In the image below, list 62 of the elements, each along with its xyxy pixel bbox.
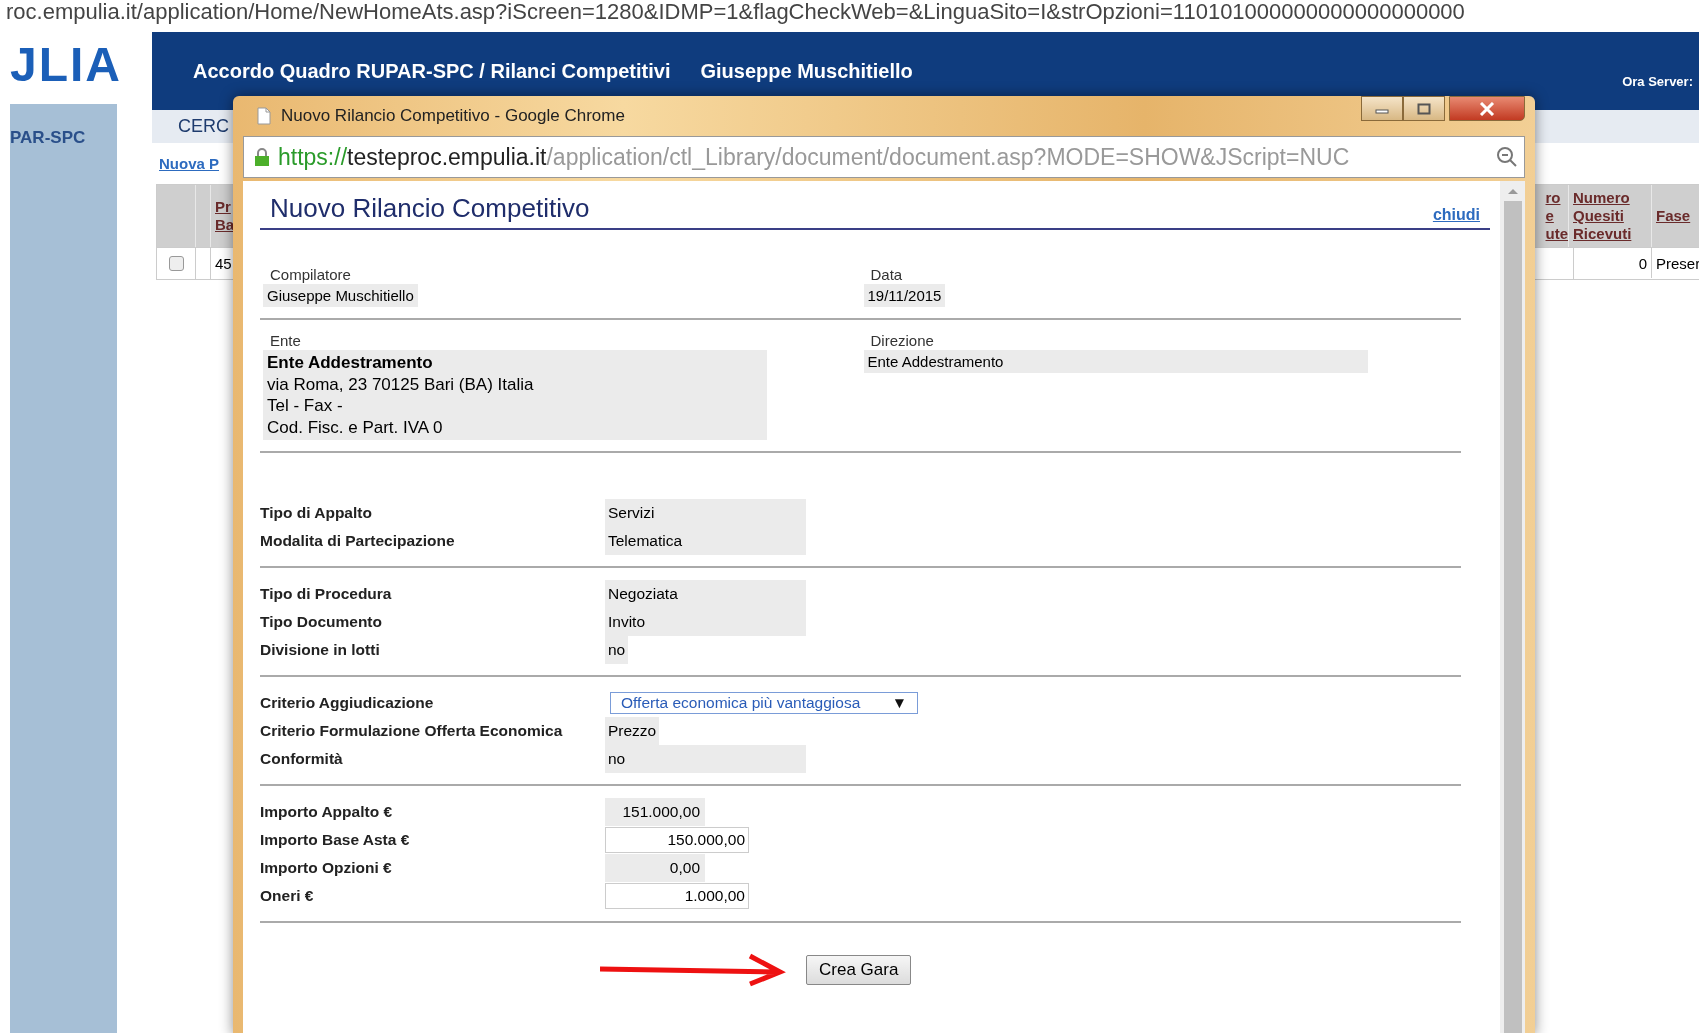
field-label: Importo Appalto € (260, 803, 394, 821)
field-value: 19/11/2015 (863, 284, 946, 307)
server-time-label: Ora Server: (1622, 74, 1693, 89)
field-label: Ente (269, 332, 301, 349)
field-value: Telematica (605, 527, 806, 555)
search-tab[interactable]: CERC (178, 116, 229, 137)
field-label: Divisione in lotti (260, 641, 381, 659)
field-label: Oneri € (260, 887, 315, 905)
address-text: roc.empulia.it/application/Home/NewHomeAts.asp?iScreen=1280&IDMP=1&flagCheckWeb=&LinguaSito=I&strOpzioni=110101000000000000000000 (5, 0, 1466, 26)
field-label: Criterio Formulazione Offerta Economica (260, 722, 564, 740)
input-field[interactable]: 1.000,00 (605, 883, 749, 909)
field-value: Prezzo (605, 717, 660, 745)
field-label: Tipo di Procedura (260, 585, 393, 603)
field-label: Data (869, 266, 903, 283)
field-label: Tipo di Appalto (260, 504, 373, 522)
window-title: Nuovo Rilancio Competitivo - Google Chrome (281, 106, 625, 126)
column-header[interactable]: Numero Quesiti Ricevuti (1569, 185, 1652, 247)
input-field[interactable]: 150.000,00 (605, 827, 749, 853)
document-icon (257, 107, 271, 125)
create-button[interactable]: Crea Gara (806, 955, 912, 985)
field-value: no (605, 745, 806, 773)
field-value: Ente Addestramento (863, 350, 1368, 373)
field-label: Direzione (869, 332, 934, 349)
field-label: Conformità (260, 750, 344, 768)
maximize-icon (1417, 102, 1431, 115)
field-label: Importo Opzioni € (260, 859, 393, 877)
field-value: Giuseppe Muschitiello (263, 284, 418, 307)
header-title: Accordo Quadro RUPAR-SPC / Rilanci Competitivi (193, 59, 671, 83)
sidebar-title: PAR-SPC (10, 128, 86, 147)
field-value: 0,00 (605, 854, 705, 882)
field-label: Modalita di Partecipazione (260, 532, 456, 550)
field-label: Tipo Documento (260, 613, 383, 631)
address-line: Cod. Fisc. e Part. IVA 0 (267, 416, 444, 438)
url-text[interactable]: https://testeproc.empulia.it/application/ctl_Library/document/document.asp?MODE=SHOW&JScript=NUC (278, 143, 1350, 171)
dropdown[interactable]: Offerta economica più vantaggiosa ▼ (610, 692, 918, 714)
field-value: 151.000,00 (605, 798, 705, 826)
address-line: via Roma, 23 70125 Bari (BA) Italia (267, 373, 535, 395)
row-checkbox[interactable] (168, 256, 184, 271)
scrollbar-thumb[interactable] (1503, 201, 1522, 1033)
field-value: Invito (605, 608, 806, 636)
logo: JLIA (10, 37, 123, 93)
close-icon (1479, 101, 1495, 116)
search-icon[interactable] (1496, 146, 1518, 168)
user-name: Giuseppe Muschitiello (700, 59, 913, 83)
organization-name: Ente Addestramento (267, 352, 434, 374)
field-label: Importo Base Asta € (260, 831, 411, 849)
new-link[interactable]: Nuova P (159, 155, 219, 172)
column-header[interactable]: Fase (1652, 185, 1699, 247)
table-cell: Preser (1652, 247, 1699, 279)
address-line: Tel - Fax - (267, 395, 344, 417)
lock-icon (254, 147, 270, 167)
table-cell: 0 (1574, 247, 1652, 278)
field-label: Criterio Aggiudicazione (260, 694, 435, 712)
scroll-up-icon[interactable] (1506, 187, 1519, 195)
maximize-button[interactable] (1403, 96, 1445, 121)
field-value: Negoziata (605, 580, 806, 608)
field-value: Servizi (605, 499, 806, 527)
field-value: no (605, 636, 629, 664)
minimize-button[interactable] (1361, 96, 1403, 121)
close-button[interactable] (1449, 96, 1525, 121)
close-link[interactable]: chiudi (1432, 206, 1480, 224)
page-heading: Nuovo Rilancio Competitivo (270, 193, 590, 224)
